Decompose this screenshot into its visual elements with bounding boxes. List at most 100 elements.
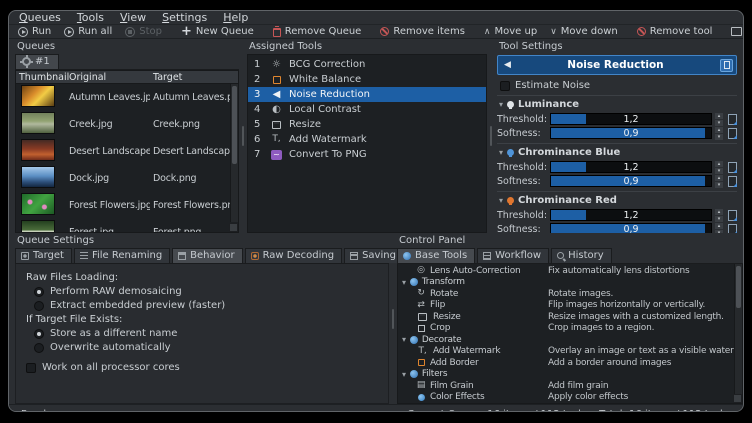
reset-icon[interactable] (728, 210, 737, 221)
collapse-arrow-icon[interactable]: ▾ (499, 196, 503, 205)
radio-button[interactable] (34, 301, 44, 311)
remove-tool-button[interactable]: Remove tool (637, 26, 713, 37)
expand-arrow-icon[interactable]: ▾ (402, 278, 406, 287)
reset-icon[interactable] (728, 162, 737, 173)
column-target[interactable]: Target (150, 72, 238, 83)
softness-spinbuttons[interactable]: ▴▾ (715, 223, 723, 233)
tab-file-renaming[interactable]: File Renaming (74, 248, 170, 263)
softness-slider[interactable]: 0,9 (550, 175, 712, 187)
fullscreen-button[interactable]: Plein écran (731, 26, 744, 37)
reset-icon[interactable] (728, 114, 737, 125)
softness-slider[interactable]: 0,9 (550, 127, 712, 139)
radio-button[interactable] (34, 287, 44, 297)
tree-item-crop[interactable]: Crop Crop images to a region. (398, 323, 742, 335)
threshold-slider[interactable]: 1,2 (550, 161, 712, 173)
assigned-tool-bcg-correction[interactable]: 1 ☼ BCG Correction (248, 57, 486, 72)
softness-slider[interactable]: 0,9 (550, 223, 712, 233)
assigned-tool-add-watermark[interactable]: 6 T, Add Watermark (248, 132, 486, 147)
queues-scrollbar[interactable] (230, 84, 238, 222)
table-header[interactable]: Thumbnail Original Target (16, 71, 238, 84)
tab-raw-decoding[interactable]: Raw Decoding (245, 248, 343, 263)
move-down-button[interactable]: ∨Move down (550, 26, 618, 37)
menu-tools[interactable]: Tools (77, 11, 104, 24)
new-queue-button[interactable]: +New Queue (181, 26, 254, 37)
tab-history[interactable]: History (551, 248, 612, 263)
tree-item-resize[interactable]: Resize Resize images with a customized l… (398, 311, 742, 323)
assigned-tool-resize[interactable]: 5 Resize (248, 117, 486, 132)
threshold-spinbuttons[interactable]: ▴▾ (715, 161, 723, 173)
threshold-spinbuttons[interactable]: ▴▾ (715, 209, 723, 221)
queue-item-row[interactable]: Creek.jpg Creek.png (16, 111, 238, 138)
estimate-noise-checkbox[interactable] (500, 81, 510, 91)
tree-item-filters[interactable]: ▾ Filters (398, 369, 742, 381)
splitter[interactable] (487, 39, 495, 233)
tree-item-transform[interactable]: ▾ Transform (398, 277, 742, 289)
queue-item-row[interactable]: Desert Landscape.jpg Desert Landscape.pn… (16, 138, 238, 165)
queue-item-row[interactable]: Forest Flowers.jpg Forest Flowers.png (16, 192, 238, 219)
radio-option[interactable]: Overwrite automatically (34, 342, 388, 353)
tab-target[interactable]: Target (15, 248, 72, 263)
queue-item-row[interactable]: Dock.jpg Dock.png (16, 165, 238, 192)
radio-option[interactable]: Store as a different name (34, 328, 388, 339)
move-up-button[interactable]: ∧Move up (484, 26, 537, 37)
expand-arrow-icon[interactable]: ▾ (402, 370, 406, 379)
splitter[interactable] (239, 39, 247, 233)
tree-scroll-down-button[interactable] (733, 394, 742, 403)
tab-behavior[interactable]: Behavior (172, 248, 242, 263)
tree-item-add-watermark[interactable]: T, Add Watermark Overlay an image or tex… (398, 346, 742, 358)
menu-settings[interactable]: Settings (162, 11, 207, 24)
section-header[interactable]: ▾ Luminance (499, 99, 737, 110)
table-config-button[interactable] (229, 223, 238, 232)
radio-button[interactable] (34, 329, 44, 339)
tree-item-flip[interactable]: ⇄ Flip Flip images horizontally or verti… (398, 300, 742, 312)
softness-spinbuttons[interactable]: ▴▾ (715, 175, 723, 187)
tree-item-lens-auto-correction[interactable]: ◎ Lens Auto-Correction Fix automatically… (398, 265, 742, 277)
collapse-arrow-icon[interactable]: ▾ (499, 148, 503, 157)
menu-queues[interactable]: Queues (19, 11, 61, 24)
softness-spinbuttons[interactable]: ▴▾ (715, 127, 723, 139)
collapse-arrow-icon[interactable]: ▾ (499, 100, 503, 109)
section-header[interactable]: ▾ Chrominance Blue (499, 147, 737, 158)
tree-scrollbar-thumb[interactable] (736, 266, 741, 308)
radio-option[interactable]: Extract embedded preview (faster) (34, 300, 388, 311)
reset-icon[interactable] (728, 176, 737, 187)
tree-item-rotate[interactable]: ↻ Rotate Rotate images. (398, 288, 742, 300)
menu-view[interactable]: View (120, 11, 146, 24)
threshold-spinbuttons[interactable]: ▴▾ (715, 113, 723, 125)
processor-cores-row[interactable]: Work on all processor cores (26, 362, 388, 373)
splitter[interactable] (389, 233, 397, 404)
queues-scrollbar-thumb[interactable] (232, 86, 237, 164)
tool-help-button[interactable] (720, 59, 733, 72)
queue-tab-1[interactable]: #1 (15, 54, 59, 69)
threshold-slider[interactable]: 1,2 (550, 113, 712, 125)
run-button[interactable]: Run (18, 26, 51, 37)
tree-item-decorate[interactable]: ▾ Decorate (398, 334, 742, 346)
assigned-tool-white-balance[interactable]: 2 White Balance (248, 72, 486, 87)
processor-cores-checkbox[interactable] (26, 363, 36, 373)
assigned-tool-local-contrast[interactable]: 4 ◐ Local Contrast (248, 102, 486, 117)
section-header[interactable]: ▾ Chrominance Red (499, 195, 737, 206)
radio-button[interactable] (34, 343, 44, 353)
remove-items-button[interactable]: Remove items (380, 26, 465, 37)
reset-icon[interactable] (728, 128, 737, 139)
tab-base-tools[interactable]: Base Tools (397, 248, 475, 263)
run-all-button[interactable]: Run all (64, 26, 112, 37)
remove-queue-button[interactable]: Remove Queue (273, 26, 362, 37)
stop-button[interactable]: Stop (125, 26, 162, 37)
tab-workflow[interactable]: Workflow (477, 248, 549, 263)
expand-arrow-icon[interactable]: ▾ (402, 335, 406, 344)
tree-item-color-effects[interactable]: Color Effects Apply color effects (398, 392, 742, 404)
queue-item-row[interactable]: Forest.jpg Forest.png (16, 219, 238, 233)
column-thumbnail[interactable]: Thumbnail (16, 72, 66, 83)
radio-option[interactable]: Perform RAW demosaicing (34, 286, 388, 297)
tree-item-add-border[interactable]: Add Border Add a border around images (398, 357, 742, 369)
assigned-tool-convert-to-png[interactable]: 7 ~ Convert To PNG (248, 147, 486, 162)
reset-icon[interactable] (728, 224, 737, 234)
queue-item-row[interactable]: Autumn Leaves.jpg Autumn Leaves.png (16, 84, 238, 111)
tree-item-film-grain[interactable]: ▤ Film Grain Add film grain (398, 380, 742, 392)
column-original[interactable]: Original (66, 72, 150, 83)
assigned-tool-noise-reduction[interactable]: 3 ◀ Noise Reduction (248, 87, 486, 102)
tree-scrollbar[interactable] (734, 264, 742, 394)
menu-help[interactable]: Help (223, 11, 248, 24)
threshold-slider[interactable]: 1,2 (550, 209, 712, 221)
